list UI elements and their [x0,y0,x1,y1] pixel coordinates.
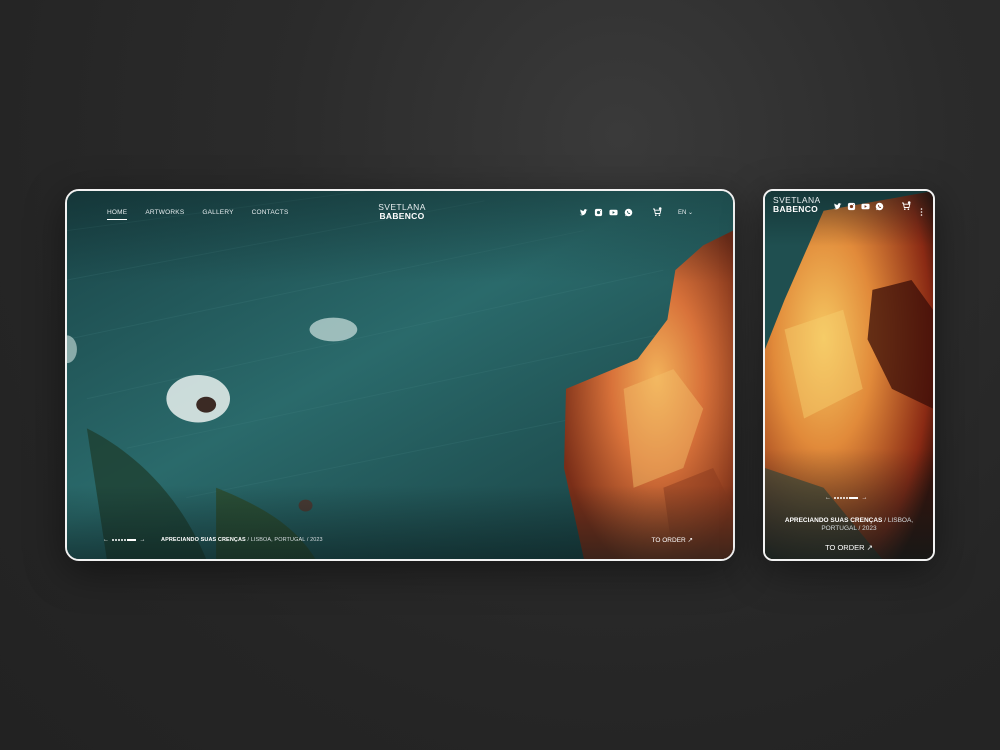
next-arrow-icon[interactable]: → [861,495,867,501]
chevron-down-icon: ⌄ [687,210,693,216]
language-label: EN [677,210,687,216]
prev-arrow-icon[interactable]: ← [825,495,831,501]
main-nav: HOME ARTWORKS GALLERY CONTACTS [107,209,289,220]
nav-artworks[interactable]: ARTWORKS [145,209,184,220]
slider-dot[interactable] [834,497,836,499]
hero-image [67,191,733,559]
more-menu-icon[interactable] [920,203,923,221]
instagram-icon[interactable] [847,202,856,211]
artwork-location-line1: LISBOA, [887,517,914,524]
slider-active-bar[interactable] [849,497,859,499]
slider-dot[interactable] [846,497,848,499]
hero-image-mobile [765,191,933,559]
to-order-button[interactable]: TO ORDER ↗ [652,536,693,544]
brand-line-2: BABENCO [379,210,425,221]
to-order-label: TO ORDER [651,537,686,544]
arrow-up-right-icon: ↗ [687,537,693,544]
twitter-icon[interactable] [833,202,842,211]
slider-dot[interactable] [112,539,114,541]
artwork-location-line2: PORTUGAL [821,525,857,533]
nav-contacts[interactable]: CONTACTS [252,209,289,220]
twitter-icon[interactable] [579,208,588,217]
desktop-mockup: HOME ARTWORKS GALLERY CONTACTS SVETLANA … [65,189,735,561]
artwork-title: APRECIANDO SUAS CRENÇAS [784,517,883,524]
artwork-caption: APRECIANDO SUAS CRENÇAS / LISBOA, PORTUG… [161,537,323,543]
next-arrow-icon[interactable]: → [139,537,145,543]
artwork-title: APRECIANDO SUAS CRENÇAS [161,537,246,543]
social-links-mobile [833,202,884,211]
slider-dot[interactable] [121,539,123,541]
to-order-button-mobile[interactable]: TO ORDER ↗ [765,543,933,552]
whatsapp-icon[interactable] [875,202,884,211]
arrow-up-right-icon: ↗ [866,543,873,552]
slider-dot[interactable] [843,497,845,499]
slider-indicator [834,497,859,499]
artwork-year: 2023 [862,525,877,533]
nav-gallery[interactable]: GALLERY [202,209,233,220]
cart-icon[interactable] [652,207,662,217]
slider-dot[interactable] [837,497,839,499]
slider-indicator [112,539,137,541]
social-links [579,208,633,217]
slider-dot[interactable] [118,539,120,541]
youtube-icon[interactable] [609,208,618,217]
slider-active-bar[interactable] [127,539,137,541]
youtube-icon[interactable] [861,202,870,211]
brand-logo-mobile[interactable]: SVETLANA BABENCO [773,196,821,214]
slider-dot[interactable] [124,539,126,541]
language-selector[interactable]: EN ⌄ [678,209,693,216]
slider-dot[interactable] [840,497,842,499]
artwork-caption-mobile: APRECIANDO SUAS CRENÇAS / LISBOA, PORTUG… [771,517,927,534]
slider-controls: ← → [103,537,145,543]
artwork-location: LISBOA, PORTUGAL [250,537,306,543]
brand-logo[interactable]: SVETLANA BABENCO [367,203,437,221]
instagram-icon[interactable] [594,208,603,217]
whatsapp-icon[interactable] [624,208,633,217]
slider-controls-mobile: ← → [825,495,867,501]
mobile-mockup: SVETLANA BABENCO ← → APRECIANDO SUAS CRE… [763,189,935,561]
brand-line-2: BABENCO [773,203,819,214]
artwork-year: 2023 [310,537,323,543]
to-order-label: TO ORDER [825,543,865,552]
prev-arrow-icon[interactable]: ← [103,537,109,543]
slider-dot[interactable] [115,539,117,541]
nav-home[interactable]: HOME [107,209,128,220]
cart-icon[interactable] [901,201,911,211]
